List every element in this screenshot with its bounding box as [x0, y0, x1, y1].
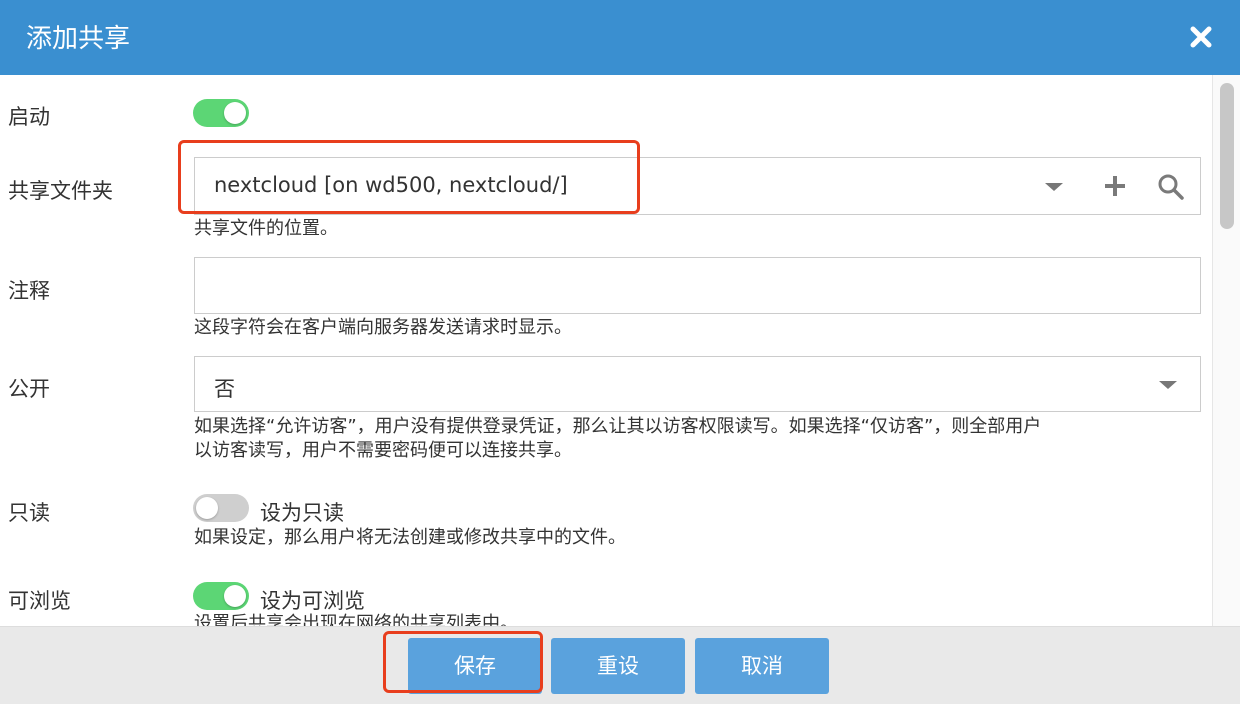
- public-label: 公开: [8, 377, 50, 401]
- plus-icon[interactable]: [1103, 174, 1127, 202]
- dialog-footer: 保存 重设 取消: [0, 626, 1240, 704]
- close-icon[interactable]: [1186, 22, 1216, 52]
- browsable-toggle[interactable]: [193, 582, 249, 610]
- reset-button[interactable]: 重设: [551, 638, 685, 694]
- readonly-toggle-label: 设为只读: [260, 501, 344, 525]
- scrollbar-thumb[interactable]: [1220, 83, 1234, 229]
- search-icon[interactable]: [1157, 173, 1185, 205]
- chevron-down-icon[interactable]: [1045, 183, 1063, 191]
- public-help-line1: 如果选择“允许访客”，用户没有提供登录凭证，那么让其以访客权限读写。如果选择“仅…: [194, 416, 1042, 437]
- readonly-label: 只读: [8, 501, 50, 525]
- public-value: 否: [214, 377, 235, 401]
- shared-folder-label: 共享文件夹: [8, 179, 113, 203]
- comment-label: 注释: [8, 279, 50, 303]
- browsable-toggle-label: 设为可浏览: [260, 589, 365, 613]
- save-button[interactable]: 保存: [408, 638, 542, 694]
- shared-folder-help: 共享文件的位置。: [194, 218, 338, 239]
- browsable-help: 设置后共享会出现在网络的共享列表中。: [194, 613, 518, 626]
- dialog-header: 添加共享: [0, 0, 1240, 75]
- readonly-toggle[interactable]: [193, 494, 249, 522]
- public-help-line2: 以访客读写，用户不需要密码便可以连接共享。: [194, 440, 572, 461]
- public-select[interactable]: 否: [194, 356, 1201, 412]
- dialog-title: 添加共享: [26, 24, 131, 54]
- enable-toggle[interactable]: [193, 99, 249, 127]
- readonly-help: 如果设定，那么用户将无法创建或修改共享中的文件。: [194, 527, 626, 548]
- browsable-label: 可浏览: [8, 589, 71, 613]
- chevron-down-icon[interactable]: [1159, 381, 1177, 389]
- comment-input[interactable]: [194, 257, 1201, 314]
- shared-folder-value: nextcloud [on wd500, nextcloud/]: [214, 173, 568, 197]
- cancel-button[interactable]: 取消: [695, 638, 829, 694]
- enable-label: 启动: [8, 105, 50, 129]
- shared-folder-select[interactable]: nextcloud [on wd500, nextcloud/]: [194, 157, 1201, 215]
- comment-help: 这段字符会在客户端向服务器发送请求时显示。: [194, 317, 572, 338]
- scrollbar[interactable]: [1212, 75, 1240, 626]
- dialog-body: 启动 共享文件夹 nextcloud [on wd500, nextcloud/…: [0, 75, 1240, 626]
